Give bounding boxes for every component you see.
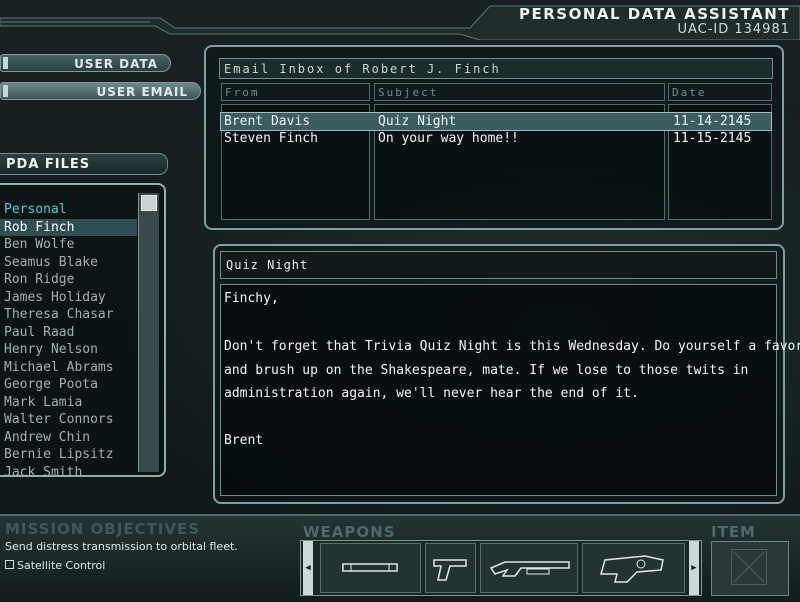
button-notch-icon (3, 85, 8, 97)
checkbox-icon (5, 560, 14, 569)
email-date: 11-15-2145 (673, 131, 752, 146)
file-item[interactable]: Henry Nelson (0, 341, 137, 359)
weapon-slot-machinegun[interactable] (582, 543, 685, 593)
email-subject: On your way home!! (378, 131, 519, 146)
file-item[interactable]: George Poota (0, 376, 137, 394)
files-scrollbar[interactable] (138, 193, 159, 472)
file-item[interactable]: Jack Smith (0, 464, 137, 477)
button-notch-icon (3, 57, 8, 69)
file-item[interactable]: Bernie Lipsitz (0, 446, 137, 464)
pistol-icon (433, 559, 467, 581)
column-header-subject[interactable]: Subject (374, 83, 665, 101)
flashlight-icon (342, 563, 398, 572)
email-from: Brent Davis (224, 114, 311, 129)
message-line: Finchy, (224, 291, 279, 306)
pda-files-list: Personal Rob Finch Ben Wolfe Seamus Blak… (0, 201, 137, 476)
user-email-label: USER EMAIL (96, 85, 188, 99)
email-date: 11-14-2145 (673, 114, 752, 129)
message-line: Don't forget that Trivia Quiz Night is t… (224, 339, 800, 354)
file-item-rob-finch[interactable]: Rob Finch (0, 218, 137, 236)
file-item[interactable]: Ron Ridge (0, 271, 137, 289)
user-data-label: USER DATA (74, 57, 158, 71)
weapons-left-arrow-icon[interactable]: ◀ (303, 541, 313, 595)
file-item[interactable]: Michael Abrams (0, 359, 137, 377)
weapons-right-arrow-icon[interactable]: ▶ (689, 541, 699, 595)
inbox-title: Email Inbox of Robert J. Finch (219, 58, 773, 79)
email-row[interactable]: Steven Finch On your way home!! 11-15-21… (221, 130, 771, 147)
empty-item-icon (731, 549, 767, 585)
file-item[interactable]: Mark Lamia (0, 394, 137, 412)
weapons-title: WEAPONS (303, 523, 396, 541)
item-title: ITEM (711, 523, 756, 541)
file-item[interactable]: James Holiday (0, 289, 137, 307)
column-header-from[interactable]: From (221, 83, 370, 101)
message-subject: Quiz Night (220, 251, 777, 279)
file-item[interactable]: Theresa Chasar (0, 306, 137, 324)
objective-checkbox-item: Satellite Control (5, 559, 105, 572)
column-header-date[interactable]: Date (668, 83, 772, 101)
shotgun-icon (489, 561, 570, 577)
mission-objectives-title: MISSION OBJECTIVES (5, 520, 201, 538)
machinegun-icon (600, 555, 664, 583)
user-data-button[interactable]: USER DATA (0, 54, 171, 72)
email-subject: Quiz Night (378, 114, 457, 129)
file-item[interactable]: Seamus Blake (0, 254, 137, 272)
objective-label: Satellite Control (17, 559, 106, 572)
file-item[interactable]: Andrew Chin (0, 429, 137, 447)
message-line: Brent (224, 433, 264, 448)
message-line: administration again, we'll never hear t… (224, 386, 639, 401)
uac-id: UAC-ID 134981 (677, 22, 790, 37)
weapon-slot-shotgun[interactable] (480, 543, 578, 593)
pda-title: PERSONAL DATA ASSISTANT (519, 5, 790, 23)
user-email-button[interactable]: USER EMAIL (0, 82, 201, 100)
pda-files-header: PDA FILES (0, 153, 168, 175)
weapon-slot-flashlight[interactable] (320, 543, 421, 593)
file-item[interactable]: Ben Wolfe (0, 236, 137, 254)
files-scrollbar-thumb[interactable] (141, 195, 157, 211)
weapon-slot-pistol[interactable] (425, 543, 476, 593)
file-item-personal[interactable]: Personal (0, 201, 137, 219)
file-item[interactable]: Paul Raad (0, 324, 137, 342)
email-row[interactable]: Brent Davis Quiz Night 11-14-2145 (220, 112, 772, 131)
mission-objective-text: Send distress transmission to orbital fl… (5, 540, 238, 553)
email-from: Steven Finch (224, 131, 318, 146)
file-item[interactable]: Walter Connors (0, 411, 137, 429)
message-line: and brush up on the Shakespeare, mate. I… (224, 363, 749, 378)
